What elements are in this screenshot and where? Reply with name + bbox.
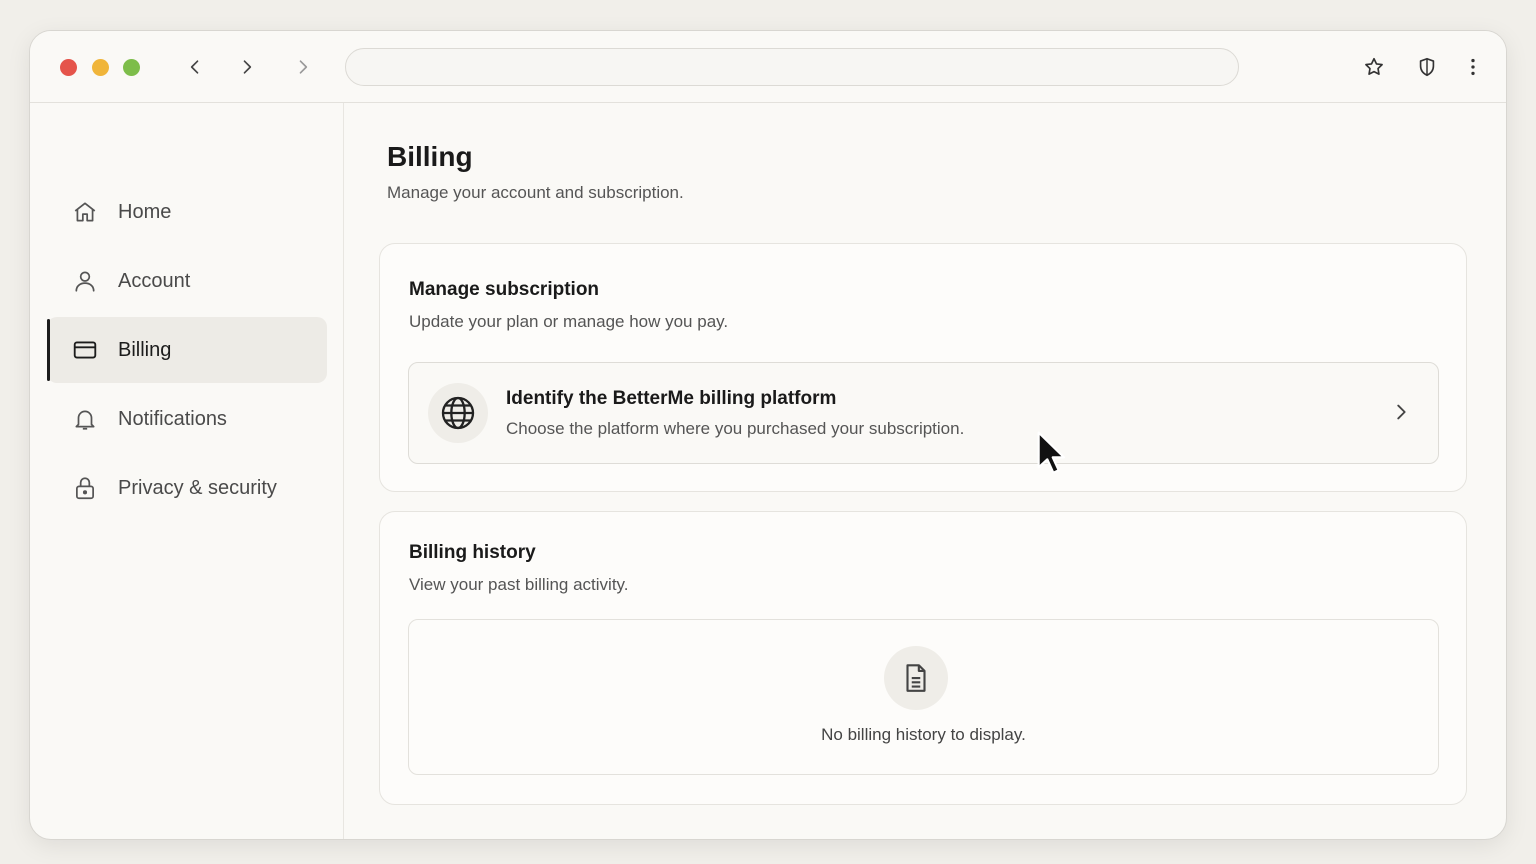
forward-icon[interactable] [235, 55, 259, 79]
row-title: Identify the BetterMe billing platform [506, 388, 837, 409]
lock-icon [71, 474, 99, 502]
mouse-cursor-icon [1037, 431, 1066, 474]
browser-toolbar [30, 31, 1506, 103]
card-title: Billing history [409, 542, 536, 563]
billing-history-card: Billing history View your past billing a… [379, 511, 1467, 805]
chevron-right-icon[interactable] [291, 55, 315, 79]
bell-icon [71, 405, 99, 433]
billing-history-empty-state: No billing history to display. [408, 619, 1439, 775]
home-icon [71, 198, 99, 226]
card-subtitle: View your past billing activity. [409, 575, 629, 594]
sidebar-item-label: Billing [118, 338, 172, 361]
main-content: Billing Manage your account and subscrip… [344, 103, 1506, 839]
close-window-button[interactable] [60, 59, 77, 76]
sidebar-item-account[interactable]: Account [47, 248, 327, 314]
more-menu-icon[interactable] [1461, 55, 1485, 79]
sidebar-item-privacy-security[interactable]: Privacy & security [47, 455, 327, 521]
sidebar-item-home[interactable]: Home [47, 179, 327, 245]
back-icon[interactable] [183, 55, 207, 79]
address-bar[interactable] [345, 48, 1239, 86]
card-subtitle: Update your plan or manage how you pay. [409, 312, 729, 331]
sidebar-item-notifications[interactable]: Notifications [47, 386, 327, 452]
minimize-window-button[interactable] [92, 59, 109, 76]
sidebar-item-label: Home [118, 200, 172, 223]
card-title: Manage subscription [409, 279, 600, 300]
page-subtitle: Manage your account and subscription. [387, 183, 684, 202]
maximize-window-button[interactable] [123, 59, 140, 76]
sidebar-item-label: Account [118, 269, 191, 292]
credit-card-icon [71, 336, 99, 364]
document-icon [884, 646, 948, 710]
manage-subscription-card: Manage subscription Update your plan or … [379, 243, 1467, 492]
shield-icon[interactable] [1415, 55, 1439, 79]
identify-billing-platform-row[interactable]: Identify the BetterMe billing platform C… [408, 362, 1439, 464]
empty-state-text: No billing history to display. [821, 725, 1026, 744]
user-icon [71, 267, 99, 295]
page-title: Billing [387, 141, 473, 172]
sidebar-item-label: Privacy & security [118, 476, 277, 499]
globe-icon [428, 383, 488, 443]
chevron-right-icon [1397, 404, 1406, 420]
browser-window: Home Account Billing Notifications Priva… [29, 30, 1507, 840]
row-subtitle: Choose the platform where you purchased … [506, 419, 965, 438]
sidebar: Home Account Billing Notifications Priva… [30, 103, 344, 839]
sidebar-item-label: Notifications [118, 407, 227, 430]
sidebar-item-billing[interactable]: Billing [47, 317, 327, 383]
star-icon[interactable] [1362, 55, 1386, 79]
